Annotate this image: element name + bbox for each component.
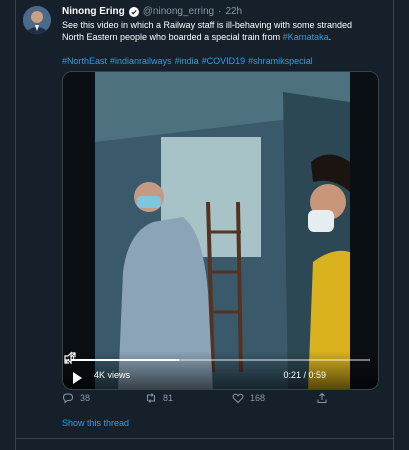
tweet-actions: 38 81 168: [62, 392, 372, 408]
hashtag-link[interactable]: #india: [175, 55, 199, 67]
tweet-text-end: .: [328, 32, 332, 42]
hashtag-link[interactable]: #COVID19: [202, 55, 246, 67]
retweet-icon: [147, 393, 155, 403]
divider: [16, 438, 394, 439]
hashtag-link-karnataka[interactable]: #Karnataka: [283, 32, 329, 42]
hashtag-link[interactable]: #NorthEast: [62, 55, 107, 67]
like-icon: [232, 393, 244, 404]
tweet-header: Ninong Ering @ninong_erring · 22h: [62, 6, 242, 17]
retweet-button[interactable]: 81: [145, 392, 173, 404]
video-frame: [63, 72, 378, 389]
video-progress-bar[interactable]: [71, 359, 370, 361]
tweet-timestamp[interactable]: 22h: [225, 6, 242, 17]
share-button[interactable]: [316, 392, 328, 404]
author-handle[interactable]: @ninong_erring: [143, 6, 214, 17]
retweet-count: 81: [163, 393, 174, 403]
video-view-count: 4K views: [94, 370, 131, 380]
hashtag-link[interactable]: #indianrailways: [110, 55, 172, 67]
reply-button[interactable]: 38: [62, 392, 90, 404]
share-icon: [317, 392, 327, 403]
verified-badge-icon: [128, 6, 139, 17]
avatar[interactable]: [23, 6, 51, 34]
fullscreen-icon[interactable]: [63, 351, 77, 365]
reply-count: 38: [80, 393, 91, 403]
video-progress-fill: [71, 359, 179, 361]
reply-icon: [62, 393, 74, 404]
separator-dot: ·: [218, 6, 222, 17]
play-icon[interactable]: [73, 372, 82, 384]
show-thread-link[interactable]: Show this thread: [62, 418, 129, 428]
like-button[interactable]: 168: [232, 392, 265, 404]
author-name[interactable]: Ninong Ering: [62, 6, 125, 17]
video-timecode: 0:21 / 0:59: [283, 370, 326, 380]
hashtag-list: #NorthEast #indianrailways #india #COVID…: [62, 55, 372, 67]
video-player[interactable]: 4K views 0:21 / 0:59: [62, 71, 379, 390]
like-count: 168: [250, 393, 266, 403]
video-controls: 4K views 0:21 / 0:59: [63, 351, 378, 389]
tweet-text: See this video in which a Railway staff …: [62, 19, 372, 43]
hashtag-link[interactable]: #shramikspecial: [248, 55, 313, 67]
